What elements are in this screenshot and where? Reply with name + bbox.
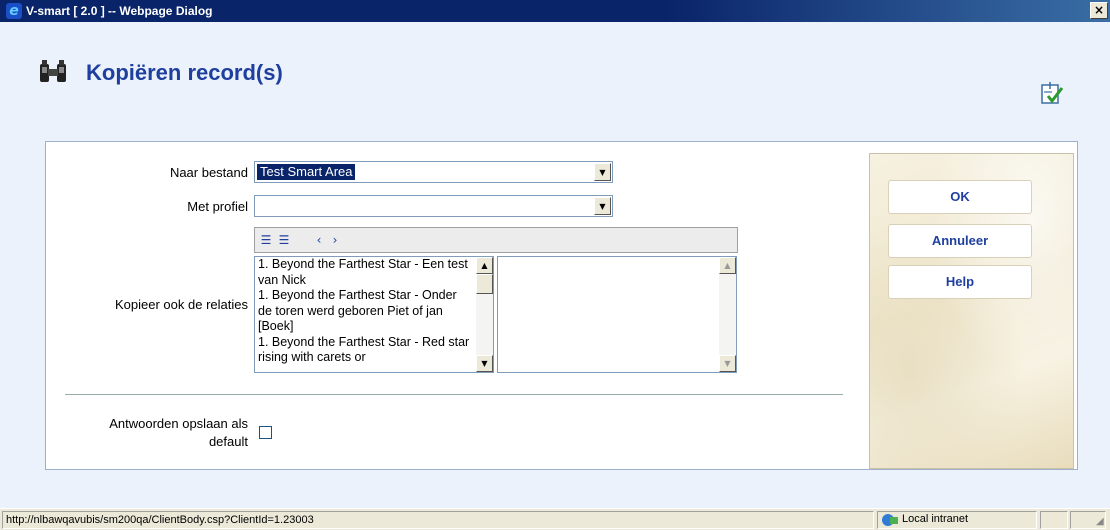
divider [65, 394, 843, 395]
naar-bestand-select[interactable]: Test Smart Area ▼ [254, 161, 613, 183]
source-scrollbar[interactable]: ▲ ▼ [476, 257, 493, 372]
default-label-line2: default [208, 434, 248, 449]
zone-label: Local intranet [902, 513, 969, 525]
zone-segment: Local intranet [877, 511, 1037, 529]
relaties-target-list[interactable]: ▲ ▼ [497, 256, 737, 373]
default-checkbox[interactable] [259, 426, 272, 439]
window-titlebar: e V-smart [ 2.0 ] -- Webpage Dialog × [0, 0, 1110, 22]
default-label: Antwoorden opslaan als default [60, 415, 248, 451]
ok-button[interactable]: OK [888, 180, 1032, 214]
scroll-down-icon[interactable]: ▼ [719, 355, 736, 372]
status-segment [1040, 511, 1068, 529]
scroll-down-icon[interactable]: ▼ [476, 355, 493, 372]
chevron-down-icon[interactable]: ▼ [594, 197, 611, 215]
button-panel: OK Annuleer Help [869, 153, 1074, 469]
met-profiel-select[interactable]: ▼ [254, 195, 613, 217]
target-scrollbar[interactable]: ▲ ▼ [719, 257, 736, 372]
deselect-all-icon[interactable]: ☰ [277, 232, 291, 248]
list-item[interactable]: 1. Beyond the Farthest Star - Onder de t… [255, 288, 475, 335]
ie-icon: e [6, 3, 22, 19]
help-button[interactable]: Help [888, 265, 1032, 299]
naar-bestand-label: Naar bestand [169, 165, 248, 180]
scroll-thumb[interactable] [476, 274, 493, 294]
relaties-source-list[interactable]: 1. Beyond the Farthest Star - Een test v… [254, 256, 494, 373]
met-profiel-label: Met profiel [187, 199, 248, 214]
met-profiel-value [257, 198, 263, 214]
naar-bestand-value: Test Smart Area [257, 164, 356, 180]
window-title: V-smart [ 2.0 ] -- Webpage Dialog [26, 4, 213, 18]
status-url: http://nlbawqavubis/sm200qa/ClientBody.c… [2, 511, 874, 529]
scroll-up-icon[interactable]: ▲ [476, 257, 493, 274]
chevron-down-icon[interactable]: ▼ [594, 163, 611, 181]
binoculars-icon [40, 60, 66, 82]
move-left-icon[interactable]: ‹ [313, 232, 325, 248]
checklist-icon[interactable] [1040, 82, 1064, 106]
list-item[interactable]: 1. Beyond the Farthest Star - Red star r… [255, 335, 475, 366]
status-bar: http://nlbawqavubis/sm200qa/ClientBody.c… [0, 508, 1110, 530]
resize-grip-icon[interactable]: ◢ [1096, 516, 1108, 528]
scroll-up-icon[interactable]: ▲ [719, 257, 736, 274]
page-title: Kopiëren record(s) [86, 60, 283, 85]
annuleer-button[interactable]: Annuleer [888, 224, 1032, 258]
close-button[interactable]: × [1090, 2, 1108, 19]
default-label-line1: Antwoorden opslaan als [109, 416, 248, 431]
intranet-icon [882, 514, 898, 526]
move-right-icon[interactable]: › [329, 232, 341, 248]
relaties-label: Kopieer ook de relaties [115, 297, 248, 312]
select-all-icon[interactable]: ☰ [259, 232, 273, 248]
relaties-toolbar: ☰ ☰ ‹ › [254, 227, 738, 253]
list-item[interactable]: 1. Beyond the Farthest Star - Een test v… [255, 257, 475, 288]
